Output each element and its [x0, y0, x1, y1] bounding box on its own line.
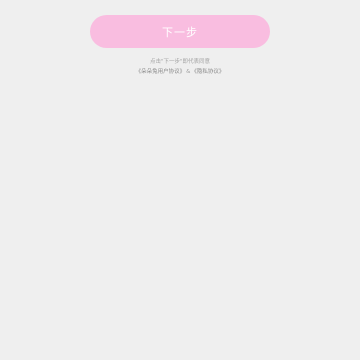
next-step-button[interactable]: 下一步	[90, 15, 270, 48]
privacy-policy-link[interactable]: 《隐私协议》	[191, 69, 224, 75]
consent-notice: 点击"下一步"即代表同意 《朵朵兔用户协议》&《隐私协议》	[0, 57, 360, 77]
signup-page: 下一步 点击"下一步"即代表同意 《朵朵兔用户协议》&《隐私协议》	[0, 0, 360, 360]
user-agreement-link[interactable]: 《朵朵兔用户协议》	[136, 69, 186, 75]
agreement-links: 《朵朵兔用户协议》&《隐私协议》	[0, 67, 360, 77]
links-separator: &	[186, 69, 191, 75]
consent-text: 点击"下一步"即代表同意	[149, 59, 211, 65]
